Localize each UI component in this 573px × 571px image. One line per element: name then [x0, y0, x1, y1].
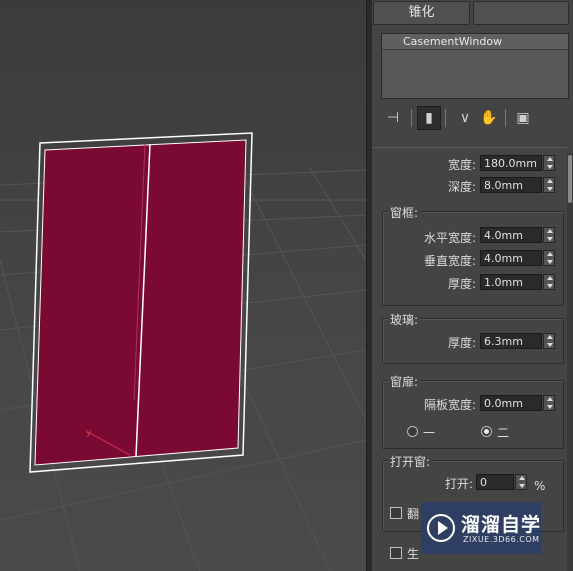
frame-thickness-spinner[interactable]: [543, 274, 555, 290]
flip-label: 翻: [407, 507, 420, 521]
generate-label: 生: [407, 547, 420, 561]
open-percent-field[interactable]: 0: [476, 474, 514, 490]
open-percent-spinner[interactable]: [515, 474, 527, 490]
perspective-viewport[interactable]: y: [0, 0, 366, 571]
viewport-scene: y: [0, 132, 366, 571]
make-unique-icon[interactable]: ✋: [477, 106, 501, 130]
panel-width-row: 隔板宽度:: [380, 394, 476, 412]
toolbar-divider: [505, 109, 506, 127]
panel-width-spinner[interactable]: [543, 395, 555, 411]
stack-toolbar: ⊣ ▮ ∨ ✋ ▣: [381, 106, 567, 132]
frame-title: 窗框:: [388, 204, 421, 221]
h-width-field[interactable]: 4.0mm: [480, 227, 542, 243]
panel-scrollbar[interactable]: [567, 153, 573, 571]
glass-thickness-spinner[interactable]: [543, 333, 555, 349]
configure-modifier-sets-icon[interactable]: ▣: [511, 106, 535, 130]
depth-spinner[interactable]: [543, 177, 555, 193]
modifier-stack-icon[interactable]: ▮: [417, 106, 441, 130]
window-glass-pane[interactable]: [34, 139, 247, 466]
glass-title: 玻璃:: [388, 311, 421, 328]
depth-label: 深度:: [447, 180, 476, 194]
width-label: 宽度:: [447, 158, 476, 172]
watermark-title: 溜溜自学: [461, 514, 542, 536]
panel-width-field[interactable]: 0.0mm: [480, 395, 542, 411]
sash-one-radio[interactable]: [407, 426, 418, 437]
frame-thickness-label: 厚度:: [447, 277, 476, 291]
taper-modifier-button[interactable]: 锥化: [373, 1, 470, 25]
axis-y-label: y: [86, 428, 92, 438]
v-width-label: 垂直宽度:: [423, 254, 476, 268]
modifier-slot-button[interactable]: [473, 1, 569, 25]
glass-thickness-label: 厚度:: [447, 336, 476, 350]
play-logo-icon: [427, 514, 455, 542]
toolbar-divider: [411, 109, 412, 127]
width-field[interactable]: 180.0mm: [480, 155, 542, 171]
frame-thickness-row: 厚度:: [380, 273, 476, 291]
toolbar-divider: [445, 109, 446, 127]
sash-two-radio[interactable]: [481, 426, 492, 437]
rollout-separator: [372, 147, 567, 148]
v-width-spinner[interactable]: [543, 250, 555, 266]
stack-item-casementwindow[interactable]: CasementWindow: [382, 34, 568, 50]
v-width-field[interactable]: 4.0mm: [480, 250, 542, 266]
frame-thickness-field[interactable]: 1.0mm: [480, 274, 542, 290]
h-width-label: 水平宽度:: [423, 231, 476, 245]
flip-checkbox[interactable]: [390, 507, 402, 519]
glass-thickness-field[interactable]: 6.3mm: [480, 333, 542, 349]
open-window-title: 打开窗:: [388, 453, 433, 470]
v-width-row: 垂直宽度:: [380, 250, 476, 268]
depth-row: 深度:: [380, 176, 476, 194]
watermark: 溜溜自学 ZIXUE.3D66.COM: [421, 502, 541, 554]
sash-two-label: 二: [497, 426, 510, 440]
scrollbar-thumb[interactable]: [568, 155, 572, 203]
sash-title: 窗扉:: [388, 373, 421, 390]
h-width-row: 水平宽度:: [380, 227, 476, 245]
modifier-stack-list[interactable]: CasementWindow: [381, 33, 569, 99]
percent-unit: %: [534, 479, 546, 493]
panel-width-label: 隔板宽度:: [423, 398, 476, 412]
watermark-url: ZIXUE.3D66.COM: [463, 535, 540, 544]
show-end-result-icon[interactable]: ∨: [453, 106, 477, 130]
width-row: 宽度:: [380, 154, 476, 172]
pin-icon[interactable]: ⊣: [381, 106, 405, 130]
glass-thickness-row: 厚度:: [380, 332, 476, 350]
h-width-spinner[interactable]: [543, 227, 555, 243]
depth-field[interactable]: 8.0mm: [480, 177, 542, 193]
open-row: 打开:: [380, 473, 473, 491]
sash-group: [382, 380, 564, 449]
width-spinner[interactable]: [543, 155, 555, 171]
sash-one-label: 一: [423, 426, 436, 440]
open-label: 打开:: [444, 477, 473, 491]
generate-checkbox[interactable]: [390, 547, 402, 559]
